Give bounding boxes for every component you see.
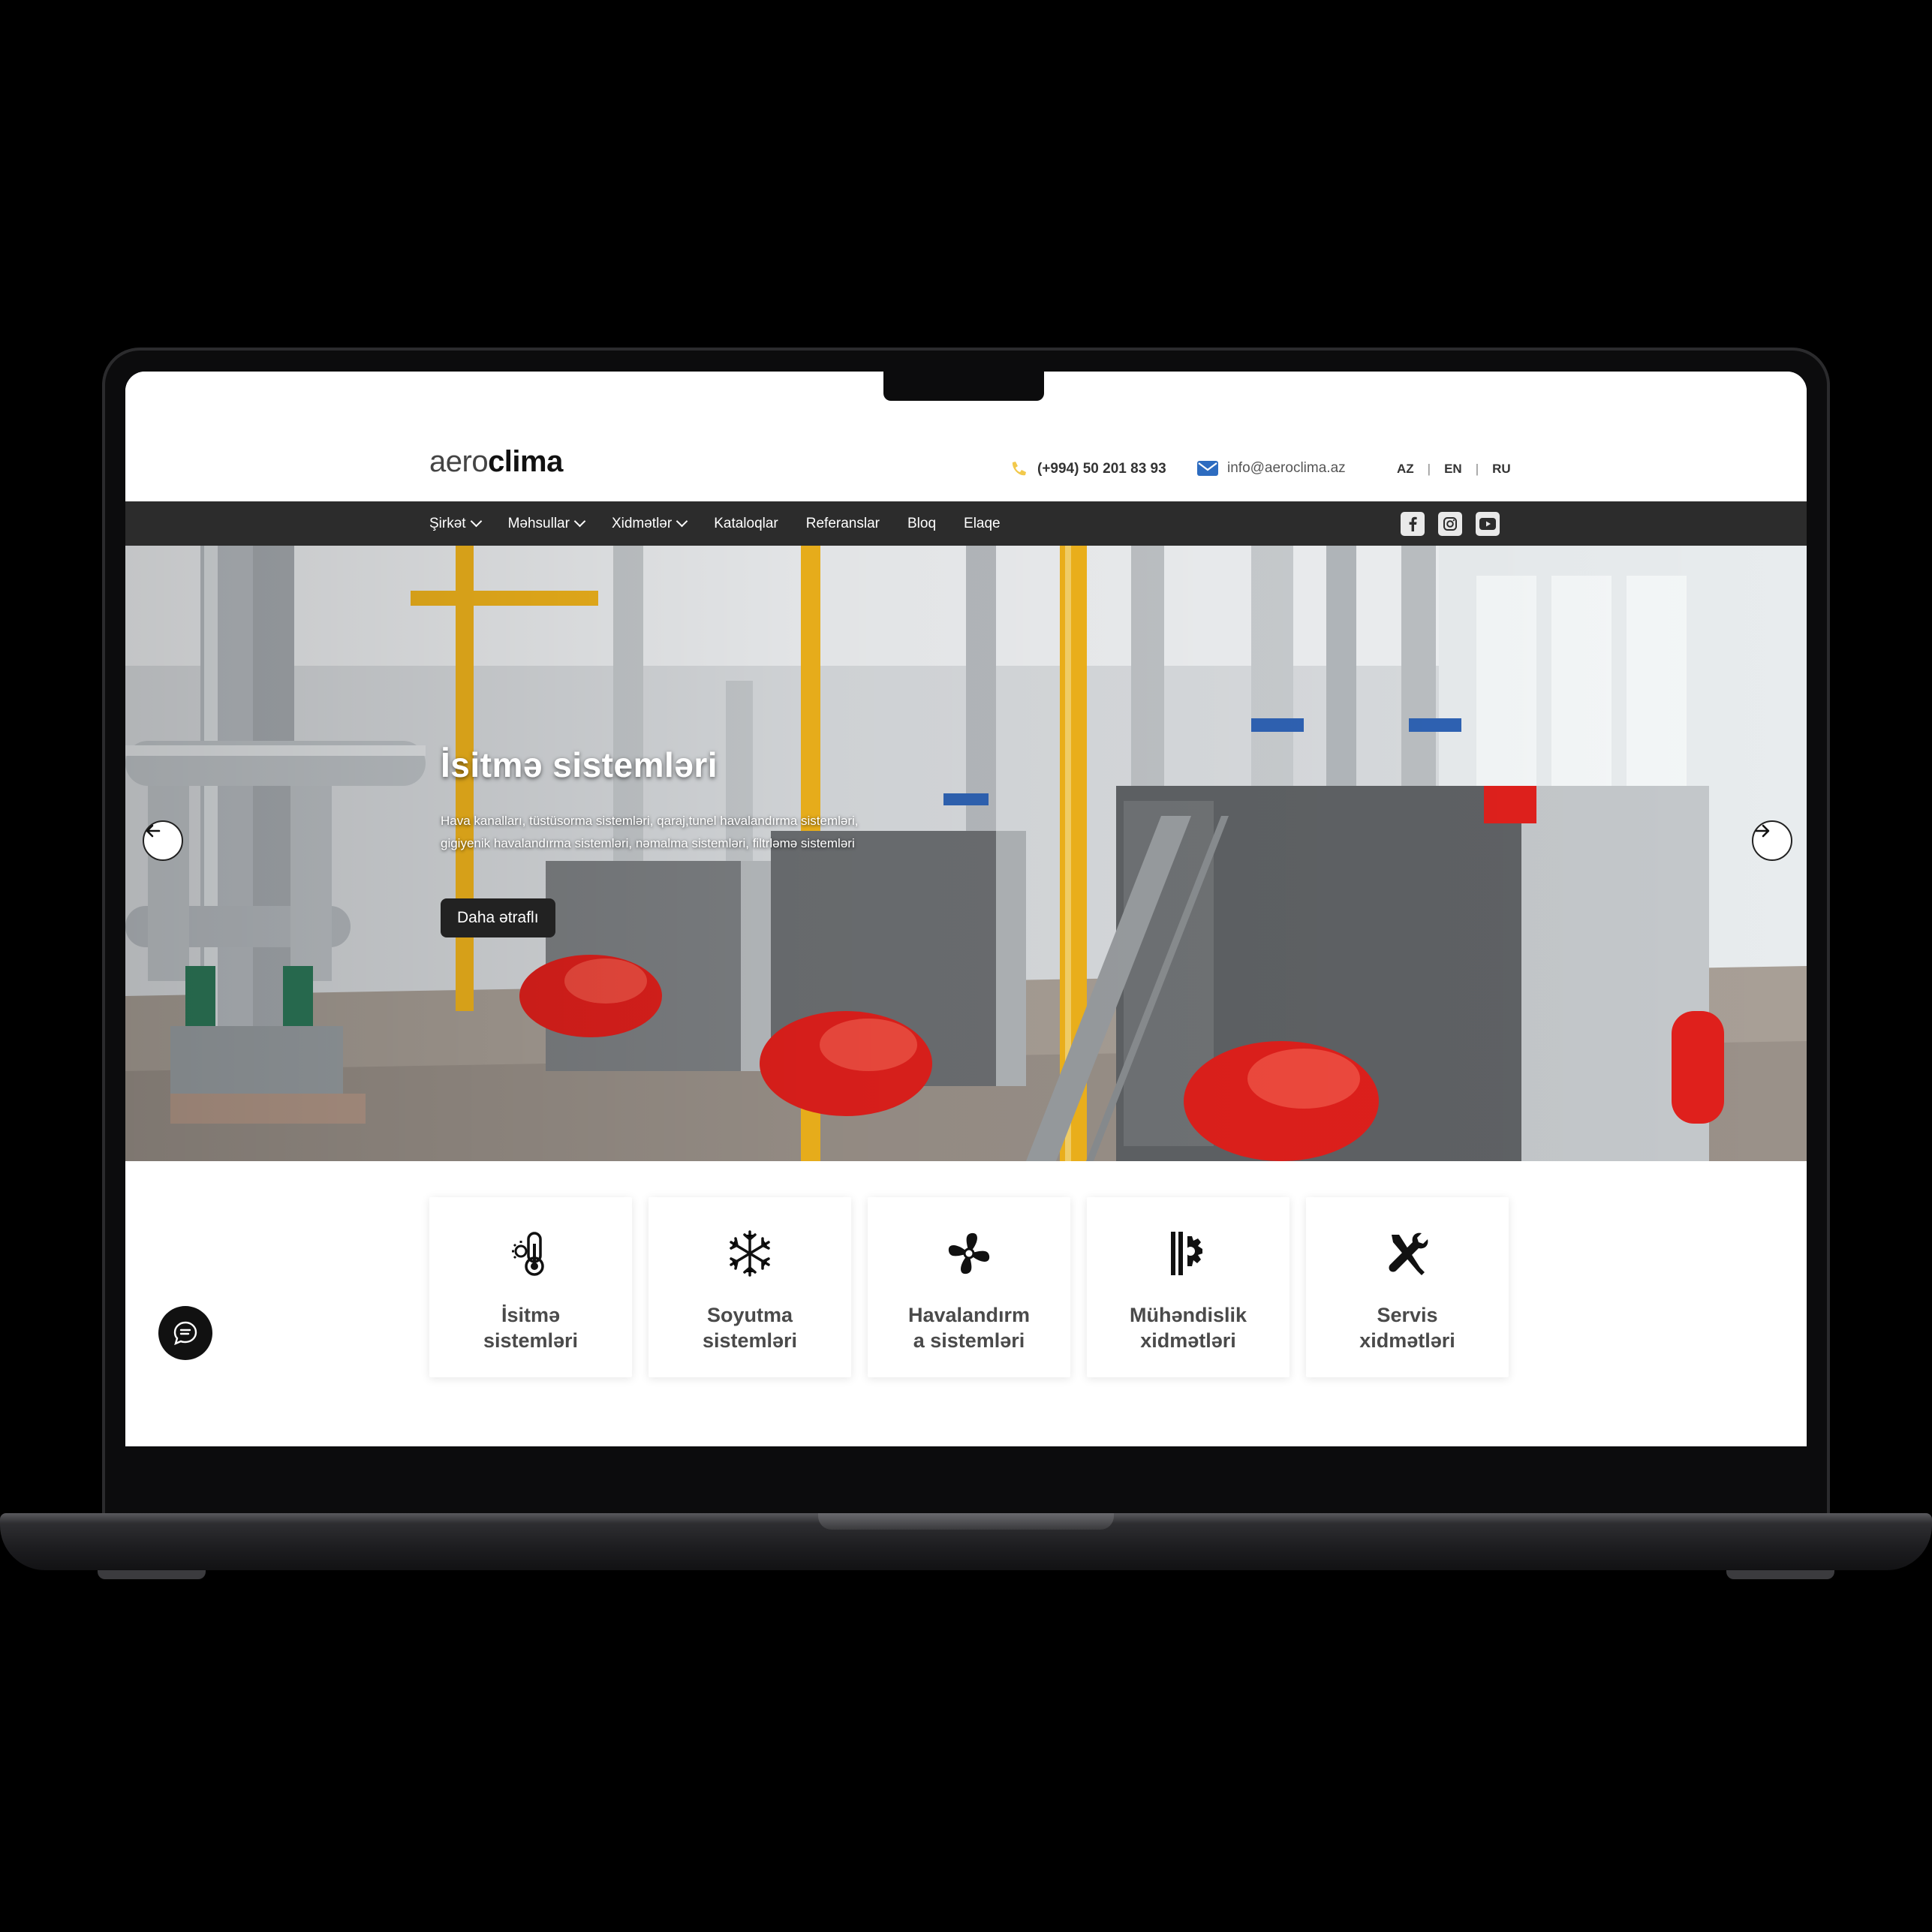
engineering-icon <box>1171 1232 1202 1275</box>
hero-slider: İsitmə sistemləri Hava kanalları, tüstüs… <box>125 546 1807 1161</box>
fan-icon <box>948 1232 990 1274</box>
service-label: Mühəndislik xidmətləri <box>1129 1304 1247 1352</box>
chevron-down-icon <box>573 515 586 528</box>
lang-en[interactable]: EN <box>1444 462 1462 477</box>
chevron-down-icon <box>470 515 482 528</box>
nav-item-catalogs[interactable]: Kataloqlar <box>714 516 778 532</box>
laptop-base-lip <box>818 1513 1114 1530</box>
camera-notch <box>883 369 1044 401</box>
logo-bold: clima <box>488 445 563 478</box>
phone-icon <box>1012 462 1026 476</box>
instagram-icon[interactable] <box>1438 512 1462 536</box>
chevron-down-icon <box>676 515 688 528</box>
nav-item-services[interactable]: Xidmətlər <box>611 515 688 532</box>
nav-label: Referanslar <box>805 515 880 531</box>
prev-slide-button[interactable] <box>143 820 183 861</box>
logo-wordmark: aeroclima <box>429 447 563 477</box>
thermometer-icon <box>512 1232 544 1276</box>
nav-item-company[interactable]: Şirkət <box>429 515 482 532</box>
lang-separator: | <box>1475 462 1479 476</box>
nav-items: Şirkət Məhsullar Xidmətlər Kataloqlar Re… <box>429 501 1001 546</box>
service-label: Servis xidmətləri <box>1359 1304 1455 1352</box>
nav-item-products[interactable]: Məhsullar <box>507 515 586 532</box>
snowflake-icon <box>730 1230 770 1277</box>
chat-button[interactable] <box>158 1306 212 1360</box>
read-more-button[interactable]: Daha ətraflı <box>441 898 555 937</box>
nav-label: Kataloqlar <box>714 515 778 531</box>
tools-icon <box>1389 1232 1428 1275</box>
service-card-heating[interactable]: İsitmə sistemləri <box>429 1197 632 1377</box>
nav-item-blog[interactable]: Bloq <box>907 516 936 532</box>
service-card-cooling[interactable]: Soyutma sistemləri <box>649 1197 851 1377</box>
service-label: İsitmə sistemləri <box>483 1304 579 1352</box>
lang-separator: | <box>1427 462 1431 476</box>
nav-label: Məhsullar <box>507 515 570 531</box>
service-cards: İsitmə sistemləri Soyutma sistemləri Hav… <box>429 1197 1509 1377</box>
lang-ru[interactable]: RU <box>1492 462 1511 477</box>
laptop-foot-right <box>1726 1570 1834 1579</box>
hero-description: Hava kanalları, tüstüsorma sistemləri, q… <box>441 814 859 850</box>
service-card-ventilation[interactable]: Havalandırm a sistemləri <box>868 1197 1070 1377</box>
logo-light: aero <box>429 445 489 478</box>
nav-label: Elaqe <box>964 515 1001 531</box>
service-label: Havalandırm a sistemləri <box>907 1304 1031 1352</box>
language-switcher: AZ | EN | RU <box>1397 462 1511 477</box>
arrow-right-icon <box>1755 824 1770 838</box>
nav-label: Bloq <box>907 515 937 531</box>
hero-overlay <box>125 546 1807 1161</box>
service-card-engineering[interactable]: Mühəndislik xidmətləri <box>1087 1197 1290 1377</box>
phone-contact[interactable]: (+994) 50 201 83 93 <box>1009 460 1166 478</box>
arrow-left-icon <box>146 824 161 838</box>
lang-az[interactable]: AZ <box>1397 462 1414 477</box>
next-slide-button[interactable] <box>1752 820 1792 861</box>
email-address: info@aeroclima.az <box>1227 460 1346 476</box>
email-contact[interactable]: info@aeroclima.az <box>1197 460 1346 477</box>
logo[interactable]: aeroclima <box>429 447 563 489</box>
laptop-foot-left <box>98 1570 206 1579</box>
facebook-icon[interactable] <box>1401 512 1425 536</box>
hero-title: İsitmə sistemləri <box>441 745 718 784</box>
nav-label: Xidmətlər <box>611 515 673 531</box>
youtube-icon[interactable] <box>1476 512 1500 536</box>
mail-icon <box>1197 461 1218 476</box>
nav-item-references[interactable]: Referanslar <box>806 516 880 532</box>
social-links <box>1401 512 1500 536</box>
service-label: Soyutma sistemləri <box>702 1304 798 1352</box>
nav-item-contact[interactable]: Elaqe <box>964 516 1001 532</box>
screen: aeroclima (+994) 50 201 83 93 info@aeroc… <box>125 372 1807 1446</box>
chat-icon <box>173 1321 197 1346</box>
phone-number: (+994) 50 201 83 93 <box>1037 461 1166 477</box>
nav-label: Şirkət <box>429 515 466 531</box>
main-nav: Şirkət Məhsullar Xidmətlər Kataloqlar Re… <box>125 501 1807 546</box>
service-card-service[interactable]: Servis xidmətləri <box>1306 1197 1509 1377</box>
